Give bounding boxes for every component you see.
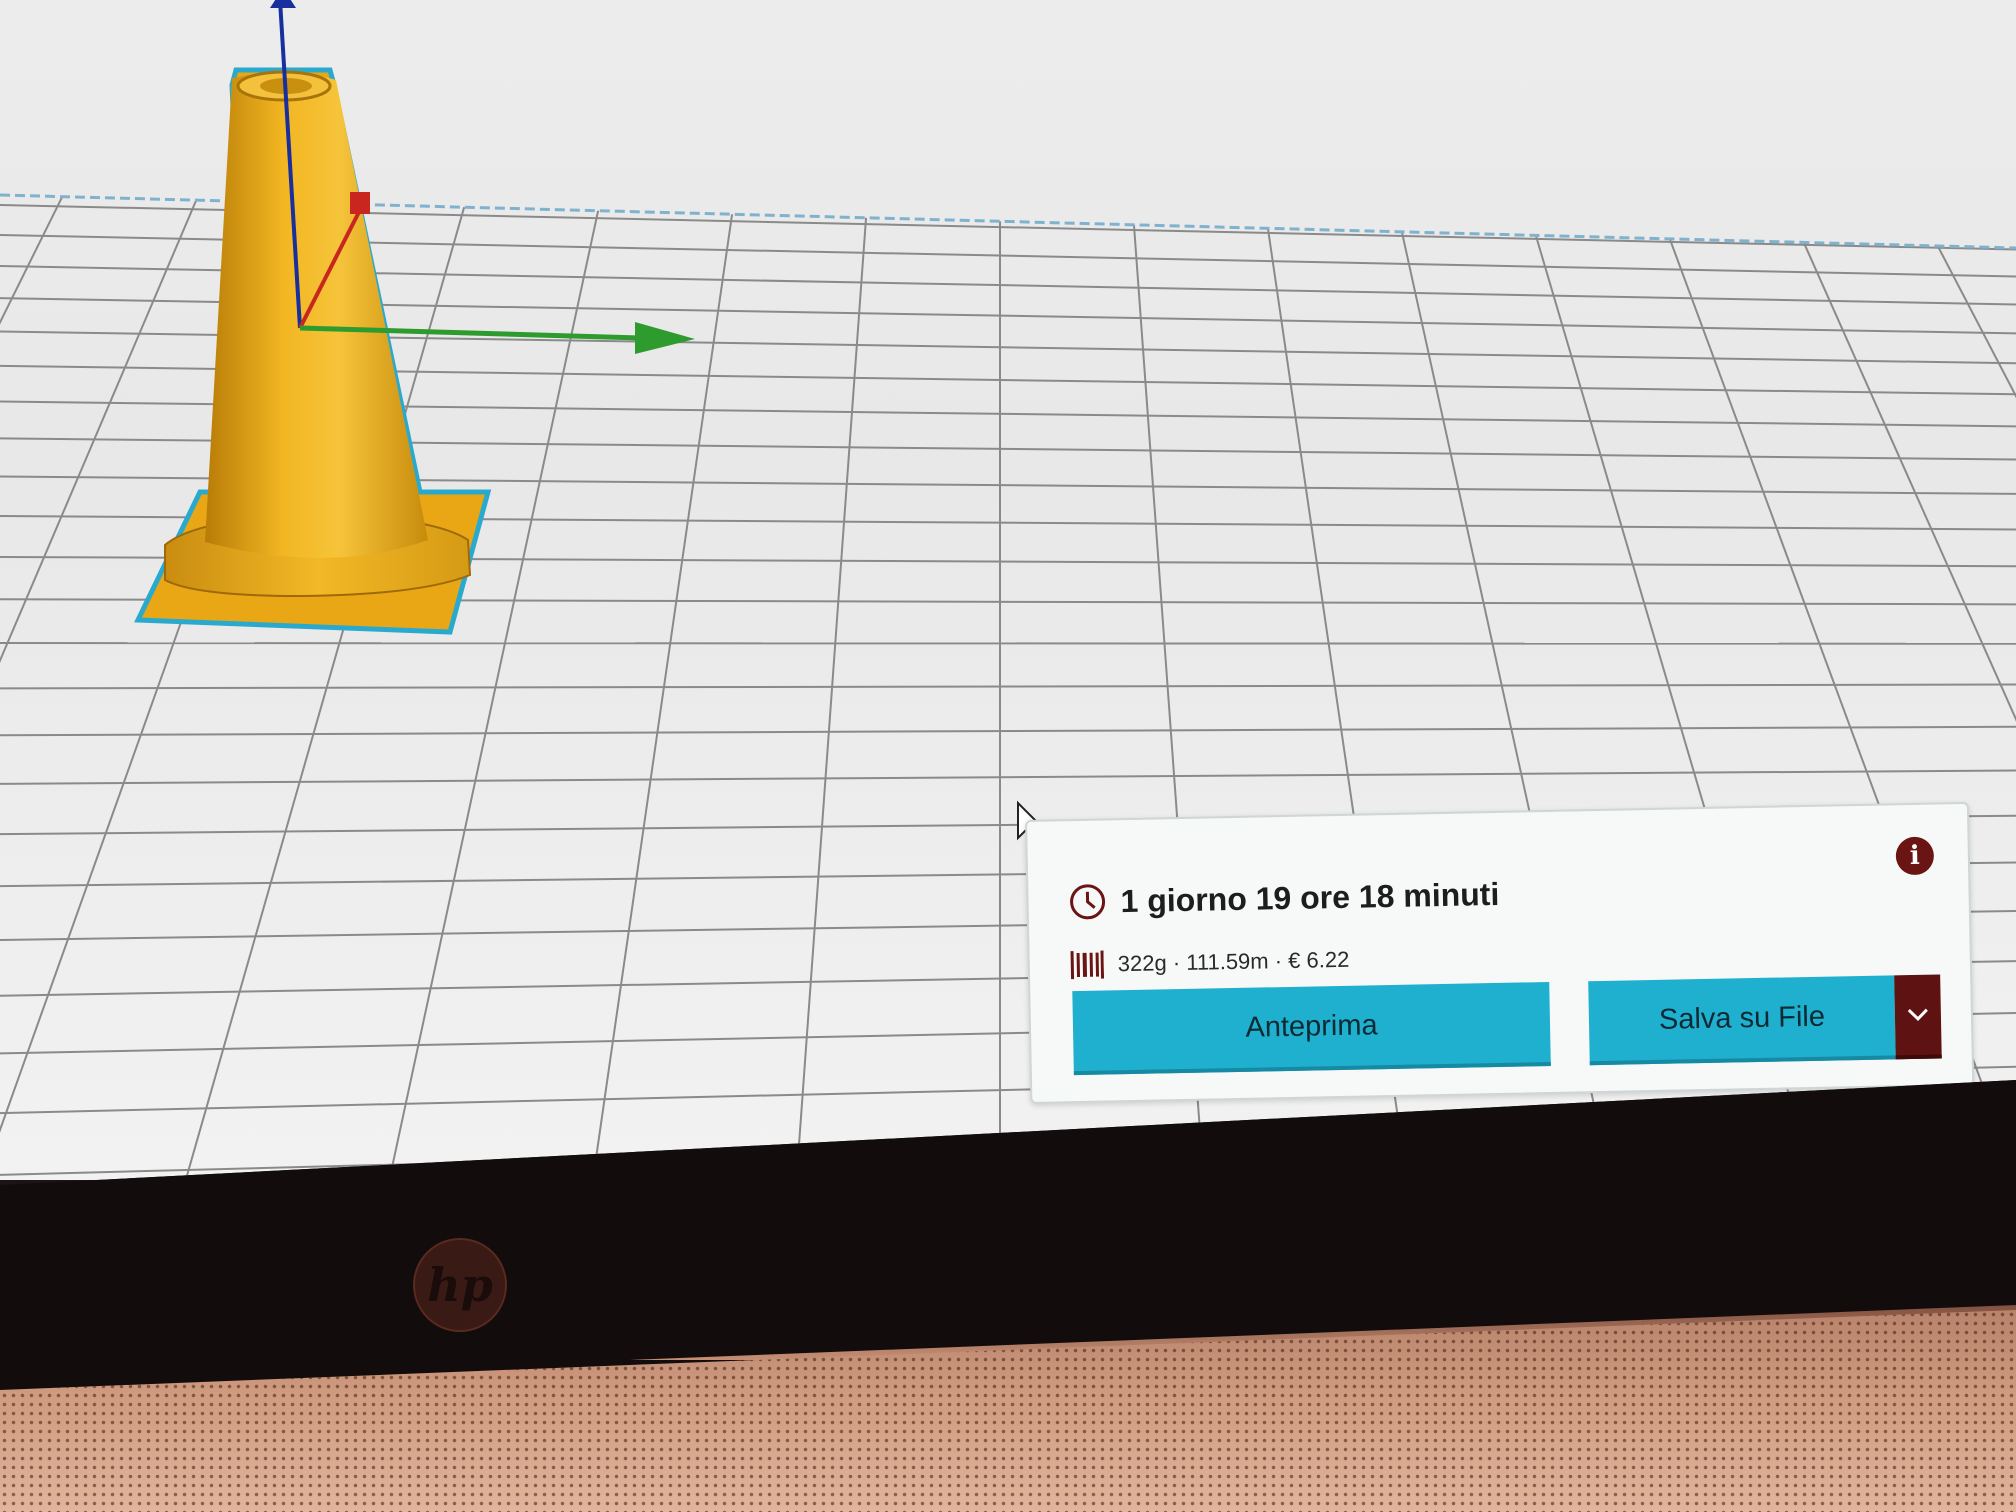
print-info-panel: i 1 giorno 19 ore 18 minuti 322g · 111.5… (1025, 801, 1975, 1104)
preview-button[interactable]: Anteprima (1072, 981, 1551, 1076)
axis-y-handle[interactable] (350, 192, 370, 214)
material-summary-text: 322g · 111.59m · € 6.22 (1117, 946, 1350, 977)
clock-icon (1070, 884, 1106, 920)
cone-model[interactable] (134, 67, 492, 635)
info-icon[interactable]: i (1895, 836, 1935, 876)
chevron-down-icon (1907, 1008, 1928, 1022)
cone-body (205, 72, 428, 559)
hp-logo-icon: hp (413, 1238, 507, 1332)
cura-viewport: i 1 giorno 19 ore 18 minuti 322g · 111.5… (0, 0, 2016, 1180)
filament-spool-icon (1070, 950, 1105, 980)
print-time-row: 1 giorno 19 ore 18 minuti (1068, 875, 1500, 921)
save-options-dropdown-button[interactable] (1894, 974, 1942, 1060)
svg-text:hp: hp (427, 1258, 493, 1312)
print-time-text: 1 giorno 19 ore 18 minuti (1120, 875, 1500, 919)
axis-z-arrow[interactable] (270, 0, 296, 8)
material-row: 322g · 111.59m · € 6.22 (1069, 944, 1350, 981)
axis-x-arrow[interactable] (635, 322, 695, 354)
save-to-file-button[interactable]: Salva su File (1588, 975, 1896, 1066)
